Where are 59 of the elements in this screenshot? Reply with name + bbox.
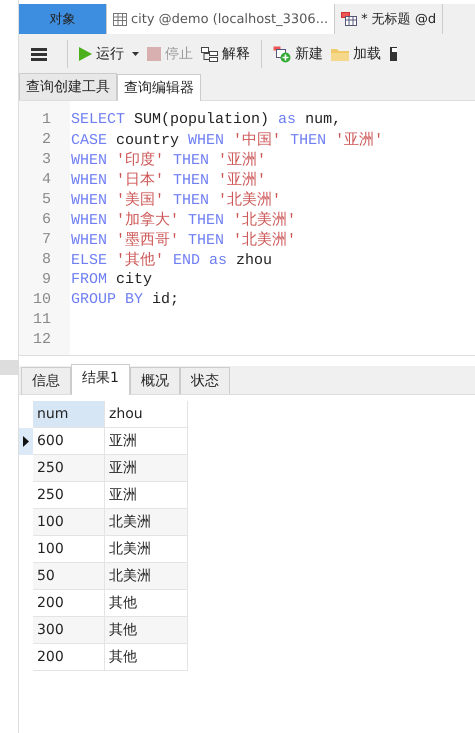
play-icon [79,47,92,61]
code-line: SELECT SUM(population) as num, [71,110,342,128]
column-header[interactable]: zhou [105,401,188,428]
code-line: WHEN '美国' THEN '北美洲' [71,190,282,208]
editor-tab[interactable]: 查询创建工具 [19,73,117,100]
table-cell: 200 [33,644,105,671]
table-icon [113,12,127,26]
row-selector[interactable] [19,428,33,455]
result-tab[interactable]: 结果1 [71,364,130,395]
line-number: 6 [40,210,52,228]
explain-button[interactable]: 解释 [198,42,253,66]
table-cell: 250 [33,455,105,482]
folder-icon [331,47,349,61]
code-line: CASE country WHEN '中国' THEN '亚洲' [71,130,384,148]
new-query-icon [273,46,291,62]
table-cell: 100 [33,509,105,536]
line-number: 4 [40,170,52,188]
column-header[interactable]: num [33,401,105,428]
line-number: 9 [40,270,52,288]
table-cell: 北美洲 [105,563,188,590]
code-line: ELSE '其他' END as zhou [71,250,272,268]
line-number: 12 [32,330,52,348]
run-button[interactable]: 运行 [76,42,142,66]
line-number: 3 [40,150,52,168]
result-tab[interactable]: 概况 [130,367,180,394]
line-number: 8 [40,250,52,268]
result-tab[interactable]: 信息 [21,367,71,394]
caret-icon [132,52,139,56]
line-number: 11 [32,310,52,328]
table-cell: 其他 [105,617,188,644]
code-line: FROM city [71,270,152,288]
explain-icon [201,46,218,62]
code-line: WHEN '加拿大' THEN '北美洲' [71,210,296,228]
line-number: 1 [40,110,52,128]
code-line: WHEN '日本' THEN '亚洲' [71,170,266,188]
code-line: WHEN '墨西哥' THEN '北美洲' [71,230,296,248]
new-button[interactable]: 新建 [270,42,326,66]
query-table-icon [341,12,358,26]
editor-tab[interactable]: 查询编辑器 [117,74,201,101]
line-number: 2 [40,130,52,148]
table-cell: 300 [33,617,105,644]
row-pointer-icon [23,436,29,447]
window-tab[interactable]: 对象 [19,4,107,34]
load-button[interactable]: 加载 [328,42,384,66]
code-line: GROUP BY id; [71,290,180,308]
stop-icon [147,47,161,61]
table-cell: 北美洲 [105,509,188,536]
table-cell: 其他 [105,644,188,671]
line-number: 10 [32,290,52,308]
result-tab[interactable]: 状态 [180,367,230,394]
splitter-handle[interactable] [0,360,18,375]
line-number: 7 [40,230,52,248]
table-cell: 50 [33,563,105,590]
code-line: WHEN '印度' THEN '亚洲' [71,150,266,168]
window-tab[interactable]: city @demo (localhost_3306... [107,4,336,34]
line-number: 5 [40,190,52,208]
table-cell: 亚洲 [105,455,188,482]
save-icon [389,46,397,62]
menu-icon [31,48,47,60]
